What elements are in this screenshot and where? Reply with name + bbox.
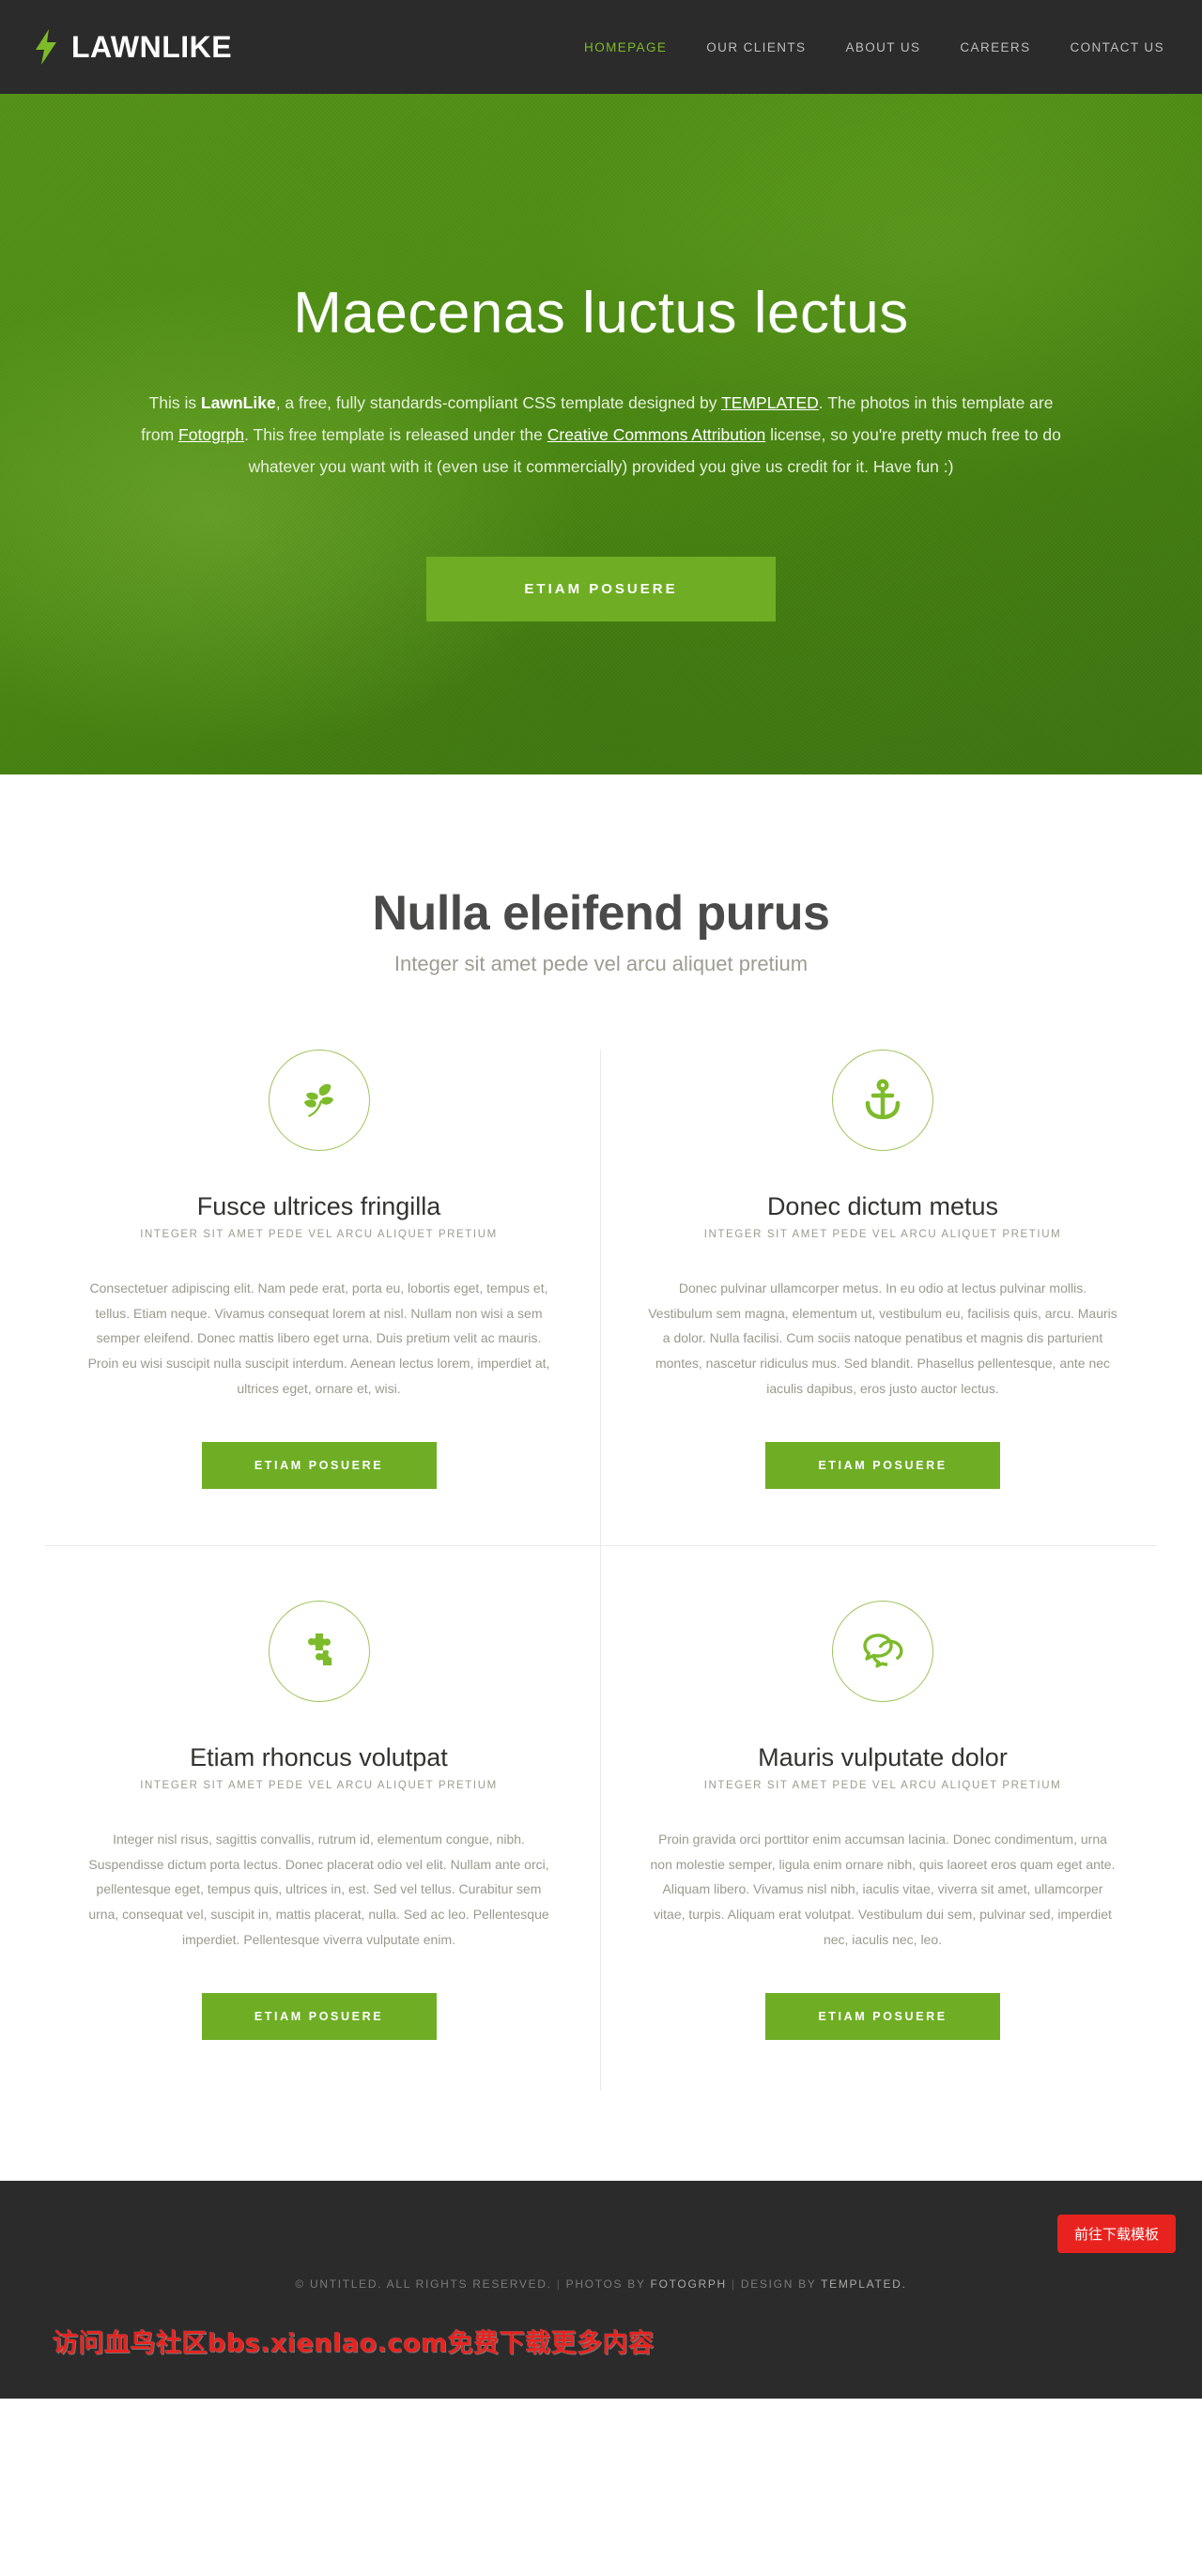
leaf-icon bbox=[268, 1050, 370, 1152]
hero-banner: Maecenas luctus lectus This is LawnLike,… bbox=[0, 94, 1202, 774]
section-subtitle: Integer sit amet pede vel arcu aliquet p… bbox=[393, 952, 809, 976]
lightning-bolt-icon bbox=[34, 29, 58, 65]
nav-item-about-us[interactable]: ABOUT US bbox=[845, 40, 920, 54]
feature-subtitle-3: INTEGER SIT AMET PEDE VEL ARCU ALIQUET P… bbox=[140, 1780, 498, 1792]
hero-text-part2: , a free, fully standards-compliant CSS … bbox=[275, 393, 722, 413]
nav-item-careers[interactable]: CAREERS bbox=[960, 40, 1030, 54]
chat-bubbles-icon bbox=[832, 1601, 933, 1703]
footer-separator-1: | bbox=[556, 2277, 562, 2292]
feature-button-2[interactable]: ETIAM POSUERE bbox=[765, 1442, 1000, 1490]
nav-item-homepage[interactable]: HOMEPAGE bbox=[584, 40, 667, 54]
feature-box-1: Fusce ultrices fringilla INTEGER SIT AME… bbox=[38, 1050, 601, 1546]
hero-title: Maecenas luctus lectus bbox=[293, 281, 909, 345]
nav-item-our-clients[interactable]: OUR CLIENTS bbox=[706, 40, 806, 54]
feature-subtitle-4: INTEGER SIT AMET PEDE VEL ARCU ALIQUET P… bbox=[703, 1780, 1062, 1792]
hero-cta-button[interactable]: ETIAM POSUERE bbox=[426, 556, 776, 621]
feature-body-1: Consectetuer adipiscing elit. Nam pede e… bbox=[87, 1280, 550, 1396]
watermark-text: 访问血鸟社区bbs.xienlao.com免费下载更多内容 bbox=[53, 2329, 655, 2359]
footer-design-link[interactable]: TEMPLATED. bbox=[821, 2277, 906, 2291]
feature-title-1: Fusce ultrices fringilla bbox=[196, 1192, 441, 1221]
footer-credits: © UNTITLED. ALL RIGHTS RESERVED. | PHOTO… bbox=[295, 2277, 906, 2291]
feature-box-2: Donec dictum metus INTEGER SIT AMET PEDE… bbox=[601, 1050, 1164, 1545]
feature-title-3: Etiam rhoncus volutpat bbox=[190, 1743, 448, 1772]
hero-description: This is LawnLike, a free, fully standard… bbox=[131, 387, 1071, 483]
hero-brand-name: LawnLike bbox=[200, 393, 276, 413]
templated-link[interactable]: TEMPLATED bbox=[721, 393, 819, 412]
feature-body-4: Proin gravida orci porttitor enim accums… bbox=[650, 1832, 1116, 1947]
nav-item-contact-us[interactable]: CONTACT US bbox=[1070, 40, 1164, 54]
footer-photos-link[interactable]: FOTOGRPH bbox=[651, 2277, 727, 2291]
site-header: LAWNLIKE HOMEPAGE OUR CLIENTS ABOUT US C… bbox=[0, 0, 1202, 94]
feature-title-2: Donec dictum metus bbox=[766, 1192, 999, 1221]
feature-button-1[interactable]: ETIAM POSUERE bbox=[201, 1442, 437, 1490]
feature-subtitle-2: INTEGER SIT AMET PEDE VEL ARCU ALIQUET P… bbox=[703, 1229, 1062, 1241]
site-footer: © UNTITLED. ALL RIGHTS RESERVED. | PHOTO… bbox=[0, 2181, 1202, 2400]
section-title: Nulla eleifend purus bbox=[372, 886, 830, 941]
logo[interactable]: LAWNLIKE bbox=[0, 29, 232, 65]
footer-design-prefix: DESIGN BY bbox=[740, 2277, 817, 2292]
hero-text-part4: . This free template is released under t… bbox=[244, 425, 547, 445]
footer-copyright: © UNTITLED. ALL RIGHTS RESERVED. bbox=[295, 2277, 552, 2292]
main-content: Nulla eleifend purus Integer sit amet pe… bbox=[0, 774, 1202, 2092]
section-header: Nulla eleifend purus Integer sit amet pe… bbox=[0, 886, 1202, 976]
feature-grid: Fusce ultrices fringilla INTEGER SIT AME… bbox=[38, 1050, 1164, 2092]
footer-separator-2: | bbox=[731, 2277, 736, 2292]
footer-photos-prefix: PHOTOS BY bbox=[565, 2277, 646, 2292]
hero-text-part1: This is bbox=[148, 393, 201, 413]
feature-subtitle-1: INTEGER SIT AMET PEDE VEL ARCU ALIQUET P… bbox=[140, 1229, 498, 1241]
creative-commons-link[interactable]: Creative Commons Attribution bbox=[547, 425, 765, 444]
feature-body-2: Donec pulvinar ullamcorper metus. In eu … bbox=[648, 1280, 1117, 1396]
feature-box-3: Etiam rhoncus volutpat INTEGER SIT AMET … bbox=[38, 1546, 601, 2092]
feature-body-3: Integer nisl risus, sagittis convallis, … bbox=[88, 1832, 549, 1947]
anchor-icon bbox=[832, 1050, 933, 1152]
feature-button-4[interactable]: ETIAM POSUERE bbox=[765, 1993, 1000, 2041]
logo-text: LAWNLIKE bbox=[71, 29, 233, 64]
feature-title-4: Mauris vulputate dolor bbox=[758, 1743, 1008, 1772]
puzzle-icon bbox=[268, 1601, 370, 1703]
watermark-download-button[interactable]: 前往下载模板 bbox=[1056, 2215, 1176, 2254]
feature-box-4: Mauris vulputate dolor INTEGER SIT AMET … bbox=[601, 1546, 1164, 2091]
feature-button-3[interactable]: ETIAM POSUERE bbox=[201, 1993, 437, 2041]
fotogrph-link[interactable]: Fotogrph bbox=[178, 425, 244, 444]
main-navigation: HOMEPAGE OUR CLIENTS ABOUT US CAREERS CO… bbox=[584, 40, 1202, 54]
